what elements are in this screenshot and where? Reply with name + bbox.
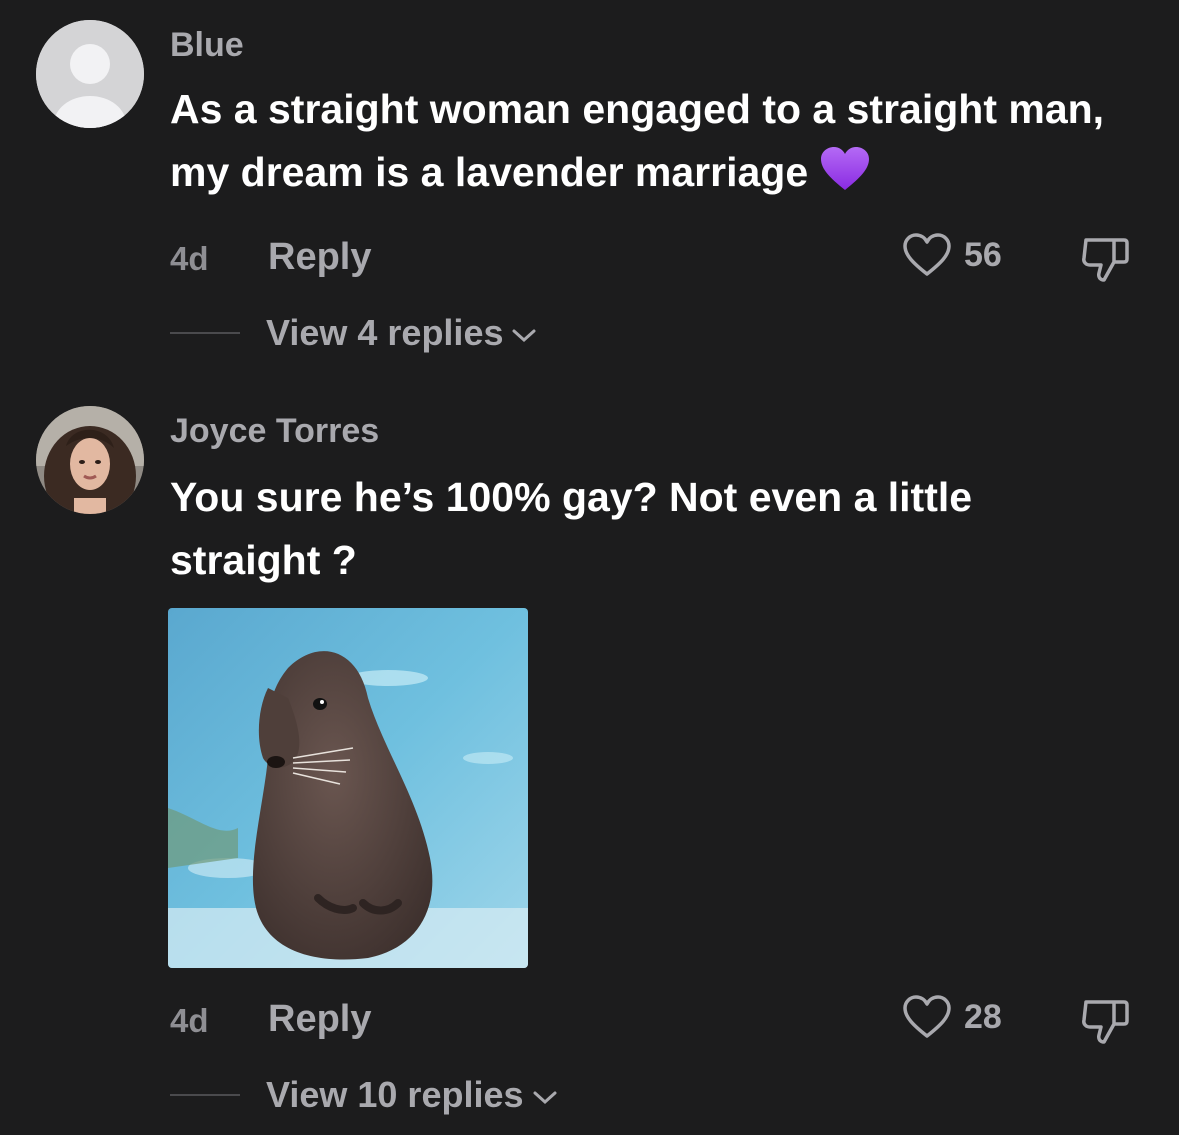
like-count: 56 (964, 235, 1002, 274)
heart-outline-icon (903, 995, 951, 1038)
chevron-down-icon (512, 329, 536, 343)
heart-outline-icon (903, 233, 951, 276)
view-replies-label: View 4 replies (266, 312, 504, 353)
user-avatar[interactable] (36, 20, 144, 128)
view-replies-label: View 10 replies (266, 1074, 524, 1115)
view-replies-button[interactable]: View 10 replies (266, 1074, 558, 1116)
comment-item: Joyce Torres You sure he’s 100% gay? Not… (0, 380, 1179, 1135)
dislike-button[interactable] (1080, 234, 1132, 289)
comment-text: As a straight woman engaged to a straigh… (170, 78, 1130, 210)
seal-image (168, 608, 528, 968)
user-avatar[interactable] (36, 406, 144, 514)
view-replies-button[interactable]: View 4 replies (266, 312, 537, 354)
profile-photo (36, 406, 144, 514)
dislike-button[interactable] (1080, 996, 1132, 1051)
comment-timestamp: 4d (170, 1002, 209, 1039)
comment-text-content: You sure he’s 100% gay? Not even a littl… (170, 474, 973, 583)
replies-divider (170, 1094, 240, 1096)
seal-gif-attachment[interactable] (168, 608, 528, 968)
like-count: 28 (964, 997, 1002, 1036)
replies-divider (170, 332, 240, 334)
like-button[interactable]: 28 (902, 994, 1002, 1040)
thumbs-down-icon (1082, 1000, 1129, 1044)
like-button[interactable]: 56 (902, 232, 1002, 278)
comment-timestamp: 4d (170, 240, 209, 277)
chevron-down-icon (533, 1091, 557, 1105)
reply-button[interactable]: Reply (268, 236, 371, 279)
purple-heart-icon (820, 146, 870, 210)
comment-username[interactable]: Blue (170, 26, 244, 65)
reply-button[interactable]: Reply (268, 998, 371, 1041)
default-avatar-icon (36, 20, 144, 128)
comment-item: Blue As a straight woman engaged to a st… (0, 0, 1179, 380)
comment-text: You sure he’s 100% gay? Not even a littl… (170, 466, 1090, 592)
comment-username[interactable]: Joyce Torres (170, 412, 379, 451)
comment-text-content: As a straight woman engaged to a straigh… (170, 86, 1105, 195)
thumbs-down-icon (1082, 238, 1129, 282)
